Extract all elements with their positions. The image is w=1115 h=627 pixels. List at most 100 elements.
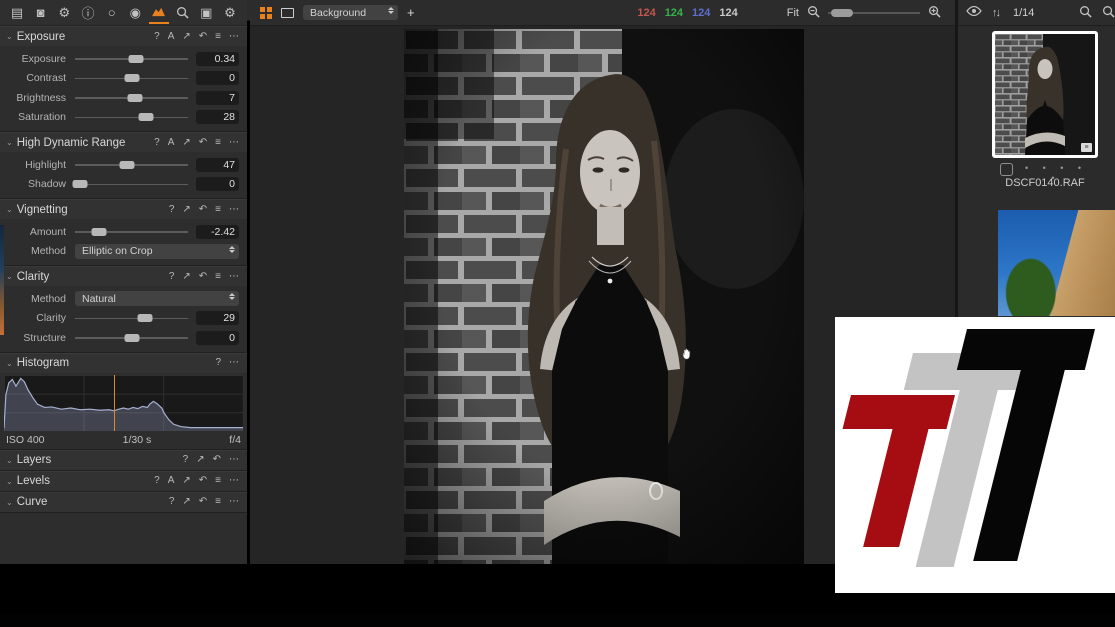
clarity-header[interactable]: ⌄ Clarity ? ↗ ↶ ≡ ⋯ (0, 267, 247, 286)
sort-icon[interactable]: ↑↓ (992, 7, 999, 19)
shadow-value[interactable]: 0 (196, 177, 239, 191)
tab-adjustments-icon[interactable]: ▣ (196, 2, 216, 24)
disclosure-icon[interactable]: ⌄ (6, 456, 13, 465)
disclosure-icon[interactable]: ⌄ (6, 138, 13, 147)
single-view-icon[interactable] (281, 8, 294, 18)
help-icon[interactable]: ? (169, 205, 175, 215)
reset-icon[interactable]: ↶ (199, 138, 207, 148)
more-icon[interactable]: ⋯ (229, 455, 239, 465)
clarity-value[interactable]: 29 (196, 311, 239, 325)
pick-color-icon[interactable]: + (407, 5, 415, 20)
more-icon[interactable]: ⋯ (229, 476, 239, 486)
more-icon[interactable]: ⋯ (229, 205, 239, 215)
slider-handle[interactable] (127, 94, 142, 102)
presets-icon[interactable]: ≡ (215, 272, 221, 282)
reset-icon[interactable]: ↶ (199, 272, 207, 282)
tab-output-icon[interactable]: ⚙ (220, 2, 240, 24)
copy-adjustments-icon[interactable]: ↗ (182, 272, 190, 282)
photo-preview[interactable] (404, 29, 804, 564)
copy-adjustments-icon[interactable]: ↗ (182, 138, 190, 148)
auto-icon[interactable]: A (168, 476, 175, 486)
slider-handle[interactable] (119, 161, 134, 169)
slider-handle[interactable] (91, 228, 106, 236)
tab-lens-icon[interactable]: ○ (102, 2, 122, 24)
help-icon[interactable]: ? (169, 272, 175, 282)
more-icon[interactable]: ⋯ (229, 138, 239, 148)
saturation-slider[interactable] (75, 112, 188, 122)
disclosure-icon[interactable]: ⌄ (6, 272, 13, 281)
structure-slider[interactable] (75, 333, 188, 343)
copy-adjustments-icon[interactable]: ↗ (182, 205, 190, 215)
clarity-slider[interactable] (75, 313, 188, 323)
help-icon[interactable]: ? (154, 138, 160, 148)
zoom-out-icon[interactable] (807, 5, 820, 21)
fit-label[interactable]: Fit (787, 7, 799, 19)
search-icon[interactable] (1079, 5, 1092, 21)
eye-icon[interactable] (966, 6, 982, 19)
multi-view-icon[interactable] (260, 7, 272, 19)
disclosure-icon[interactable]: ⌄ (6, 205, 13, 214)
saturation-value[interactable]: 28 (196, 110, 239, 124)
reset-icon[interactable]: ↶ (199, 205, 207, 215)
disclosure-icon[interactable]: ⌄ (6, 32, 13, 41)
tab-capture-icon[interactable]: ◙ (31, 2, 51, 24)
presets-icon[interactable]: ≡ (215, 138, 221, 148)
exposure-header[interactable]: ⌄ Exposure ? A ↗ ↶ ≡ ⋯ (0, 27, 247, 46)
brightness-slider[interactable] (75, 93, 188, 103)
vignette-method-select[interactable]: Elliptic on Crop (75, 244, 239, 259)
disclosure-icon[interactable]: ⌄ (6, 498, 13, 507)
copy-adjustments-icon[interactable]: ↗ (196, 455, 204, 465)
exposure-slider[interactable] (75, 54, 188, 64)
slider-handle[interactable] (124, 74, 139, 82)
levels-header[interactable]: ⌄ Levels ? A ↗ ↶ ≡ ⋯ (0, 472, 247, 491)
clarity-method-select[interactable]: Natural (75, 291, 239, 306)
tab-settings-icon[interactable]: ⚙ (54, 2, 74, 24)
zoom-slider[interactable] (828, 9, 920, 17)
histogram-header[interactable]: ⌄ Histogram ? ⋯ (0, 354, 247, 373)
structure-value[interactable]: 0 (196, 331, 239, 345)
tab-library-icon[interactable]: ▤ (7, 2, 27, 24)
slider-handle[interactable] (129, 55, 144, 63)
more-icon[interactable]: ⋯ (229, 358, 239, 368)
pick-checkbox[interactable] (1000, 163, 1013, 176)
zoom-in-icon[interactable] (928, 5, 941, 21)
tab-exposure-icon[interactable] (149, 2, 169, 24)
vignette-amount-slider[interactable] (75, 227, 188, 237)
reset-icon[interactable]: ↶ (213, 455, 221, 465)
highlight-value[interactable]: 47 (196, 158, 239, 172)
thumbnail-2[interactable] (998, 210, 1115, 316)
layers-header[interactable]: ⌄ Layers ? ↗ ↶ ⋯ (0, 451, 247, 470)
slider-handle[interactable] (124, 334, 139, 342)
more-icon[interactable]: ⋯ (229, 32, 239, 42)
auto-icon[interactable]: A (168, 138, 175, 148)
contrast-slider[interactable] (75, 73, 188, 83)
presets-icon[interactable]: ≡ (215, 32, 221, 42)
shadow-slider[interactable] (75, 179, 188, 189)
thumbnail-selected[interactable]: ≡ (992, 31, 1098, 158)
vignette-amount-value[interactable]: -2.42 (196, 225, 239, 239)
copy-adjustments-icon[interactable]: ↗ (182, 497, 190, 507)
contrast-value[interactable]: 0 (196, 71, 239, 85)
reset-icon[interactable]: ↶ (199, 32, 207, 42)
disclosure-icon[interactable]: ⌄ (6, 359, 13, 368)
tab-color-icon[interactable]: ◉ (125, 2, 145, 24)
help-icon[interactable]: ? (169, 497, 175, 507)
tab-details-icon[interactable] (173, 2, 193, 24)
exposure-value[interactable]: 0.34 (196, 52, 239, 66)
reset-icon[interactable]: ↶ (199, 476, 207, 486)
tab-info-icon[interactable]: ⓘ (78, 2, 98, 24)
help-icon[interactable]: ? (154, 476, 160, 486)
presets-icon[interactable]: ≡ (215, 205, 221, 215)
copy-adjustments-icon[interactable]: ↗ (182, 32, 190, 42)
slider-handle[interactable] (138, 314, 153, 322)
help-icon[interactable]: ? (154, 32, 160, 42)
brightness-value[interactable]: 7 (196, 91, 239, 105)
vignetting-header[interactable]: ⌄ Vignetting ? ↗ ↶ ≡ ⋯ (0, 200, 247, 219)
background-select[interactable]: Background (303, 5, 398, 20)
hdr-header[interactable]: ⌄ High Dynamic Range ? A ↗ ↶ ≡ ⋯ (0, 133, 247, 152)
slider-handle[interactable] (139, 113, 154, 121)
help-icon[interactable]: ? (215, 358, 221, 368)
copy-adjustments-icon[interactable]: ↗ (182, 476, 190, 486)
curve-header[interactable]: ⌄ Curve ? ↗ ↶ ≡ ⋯ (0, 493, 247, 512)
more-icon[interactable]: ⋯ (229, 497, 239, 507)
